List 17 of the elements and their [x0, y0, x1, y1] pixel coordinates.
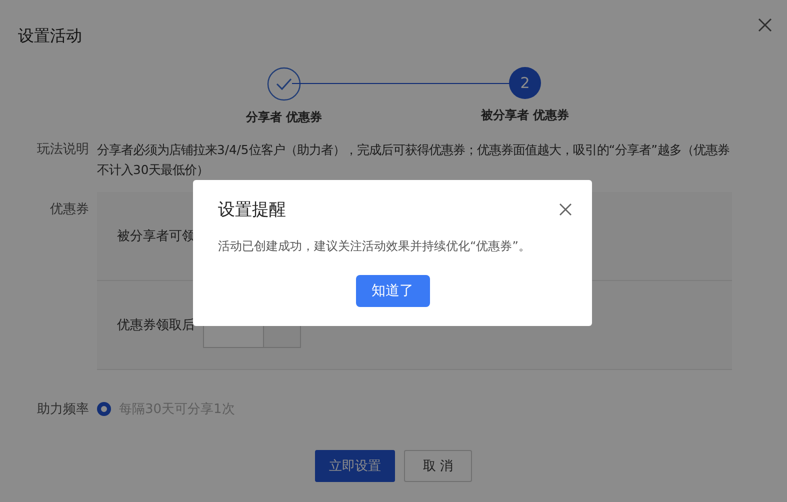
coupon-label: 优惠券领取后: [117, 317, 195, 334]
action-button[interactable]: 立即设置: [315, 450, 395, 482]
confirm-button[interactable]: 知道了: [356, 275, 430, 307]
alert-message: 活动已创建成功，建议关注活动效果并持续优化“优惠券”。: [218, 238, 532, 255]
alert-title: 设置提醒: [218, 199, 286, 221]
step-number: 2: [509, 67, 541, 99]
field-label: 助力频率: [37, 401, 90, 418]
action-button[interactable]: 取 消: [404, 450, 472, 482]
close-icon[interactable]: [758, 18, 772, 32]
step-label: 分享者 优惠券: [246, 109, 322, 126]
rules-text: 分享者必须为店铺拉来3/4/5位客户（助力者），完成后可获得优惠券；优惠券面值越大，吸引的“分享者”越多（优惠券不计入30天最低价）: [97, 142, 730, 179]
radio-button[interactable]: [97, 402, 111, 416]
dialog-title: 设置活动: [18, 26, 82, 47]
step-label: 被分享者 优惠券: [480, 107, 570, 124]
field-label: 优惠券: [50, 201, 90, 219]
close-icon[interactable]: [559, 203, 572, 216]
field-label: 玩法说明: [37, 141, 90, 159]
